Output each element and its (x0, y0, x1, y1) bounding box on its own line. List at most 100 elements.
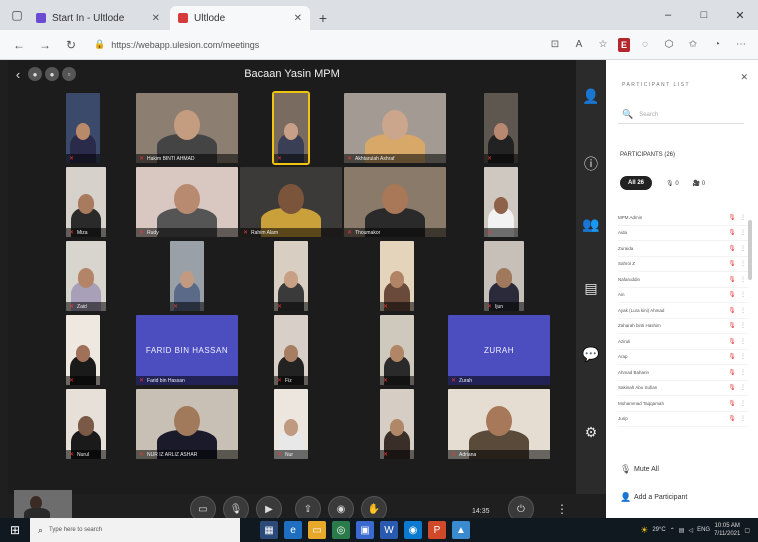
tab-close-icon[interactable]: ✕ (294, 13, 302, 24)
tray-chevron-icon[interactable]: ⌃ (670, 527, 675, 534)
row-options-icon[interactable]: ⋮ (738, 353, 748, 360)
edge-browser-icon[interactable]: e (284, 521, 302, 539)
self-view[interactable] (14, 490, 72, 520)
mic-muted-icon[interactable]: 🎙 (726, 307, 738, 314)
mic-muted-icon[interactable]: 🎙 (726, 338, 738, 345)
mic-muted-icon[interactable]: 🎙 (726, 245, 738, 252)
video-tile[interactable]: ✕ Zaid (66, 241, 106, 311)
participant-row[interactable]: Sahrol Z 🎙 ⋮ (618, 257, 748, 272)
add-participant-button[interactable]: 👤 Add a Participant (620, 492, 687, 503)
video-tile[interactable]: ✕ Miza (66, 167, 106, 237)
row-options-icon[interactable]: ⋮ (738, 384, 748, 391)
back-icon[interactable]: ← (8, 34, 30, 56)
task-view-icon[interactable]: ▦ (260, 521, 278, 539)
bookmark-star-icon[interactable]: ☆ (594, 36, 612, 54)
row-options-icon[interactable]: ⋮ (738, 369, 748, 376)
maximize-button[interactable]: □ (686, 0, 722, 30)
video-tile[interactable]: ✕ Fiz (274, 315, 308, 385)
filter-all-button[interactable]: All 26 (620, 176, 653, 190)
video-tile[interactable]: ✕ Akhtarulah Ashraf (344, 93, 446, 163)
row-options-icon[interactable]: ⋮ (738, 307, 748, 314)
tab-close-icon[interactable]: ✕ (152, 13, 160, 24)
group-icon[interactable]: 👥 (576, 216, 606, 233)
window-menu-icon[interactable]: ▢ (6, 4, 28, 26)
list-scrollbar[interactable] (748, 220, 752, 280)
windows-start-icon[interactable]: ⊞ (0, 523, 30, 537)
profile-icon[interactable]: ◔ (708, 36, 726, 54)
tray-lang[interactable]: ENG (697, 527, 710, 533)
filter-video-button[interactable]: 🎥 0 (693, 180, 705, 187)
more-options-icon[interactable]: ⋮ (556, 502, 568, 516)
new-tab-button[interactable]: + (312, 6, 334, 30)
shield-icon[interactable]: ◌ (636, 36, 654, 54)
mic-muted-icon[interactable]: 🎙 (726, 384, 738, 391)
participant-row[interactable]: Aida 🎙 ⋮ (618, 226, 748, 241)
mic-muted-icon[interactable]: 🎙 (726, 369, 738, 376)
video-tile[interactable]: ✕ Rahim Alam (240, 167, 342, 237)
weather-icon[interactable]: ☀ (640, 525, 648, 536)
chat-bubble-icon[interactable]: 💬 (576, 346, 606, 363)
mic-muted-icon[interactable]: 🎙 (726, 415, 738, 422)
reload-icon[interactable]: ↻ (60, 34, 82, 56)
participant-row[interactable]: Ayak (Lura kini) Ahmad 🎙 ⋮ (618, 303, 748, 319)
reader-icon[interactable]: ⊡ (546, 36, 564, 54)
row-options-icon[interactable]: ⋮ (738, 400, 748, 407)
notification-icon[interactable]: ▢ (744, 527, 750, 534)
participant-row[interactable]: Ahmad Baharin 🎙 ⋮ (618, 365, 748, 381)
row-options-icon[interactable]: ⋮ (738, 322, 748, 329)
participant-search[interactable]: 🔍 Search (618, 106, 744, 124)
video-tile[interactable]: FARID BIN HASSAN ✕ Farid bin Hassan (136, 315, 238, 385)
video-tile[interactable]: ✕ (272, 91, 310, 165)
row-options-icon[interactable]: ⋮ (738, 245, 748, 252)
video-tile[interactable]: ✕ (484, 93, 518, 163)
mic-muted-icon[interactable]: 🎙 (726, 400, 738, 407)
url-field[interactable]: 🔒 https://webapp.ulesion.com/meetings (86, 35, 466, 55)
video-tile[interactable]: ✕ (380, 389, 414, 459)
mic-muted-icon[interactable]: 🎙 (726, 214, 738, 221)
participants-icon[interactable]: 👤 (576, 88, 606, 105)
video-tile[interactable]: ✕ Adriana (448, 389, 550, 459)
extension-brand-icon[interactable]: E (618, 37, 630, 52)
mic-muted-icon[interactable]: 🎙 (726, 353, 738, 360)
zoom-icon[interactable]: ◉ (404, 521, 422, 539)
close-window-button[interactable]: ✕ (722, 0, 758, 30)
participant-row[interactable]: Aziruli 🎙 ⋮ (618, 334, 748, 350)
chrome-icon[interactable]: ◎ (332, 521, 350, 539)
video-tile[interactable]: ✕ Ijun (484, 241, 524, 311)
row-options-icon[interactable]: ⋮ (738, 276, 748, 283)
row-options-icon[interactable]: ⋮ (738, 415, 748, 422)
video-tile[interactable]: ✕ Thoumakor (344, 167, 446, 237)
mute-all-button[interactable]: 🎙 Mute All (620, 464, 659, 475)
participant-row[interactable]: Zaharah binti Hashim 🎙 ⋮ (618, 319, 748, 334)
video-tile[interactable]: ✕ (274, 241, 308, 311)
info-icon[interactable]: ⓘ (576, 154, 606, 174)
video-tile[interactable]: ✕ (66, 93, 100, 163)
participant-row[interactable]: Mohammad Taqqamah 🎙 ⋮ (618, 396, 748, 412)
mic-muted-icon[interactable]: 🎙 (726, 229, 738, 236)
extension-icon[interactable]: ⬡ (660, 36, 678, 54)
video-tile[interactable]: ✕ (380, 315, 414, 385)
settings-gear-icon[interactable]: ⚙ (576, 424, 606, 441)
row-options-icon[interactable]: ⋮ (738, 291, 748, 298)
app-icon[interactable]: ▲ (452, 521, 470, 539)
mic-muted-icon[interactable]: 🎙 (726, 322, 738, 329)
tab-meeting[interactable]: Ultlode ✕ (170, 6, 310, 30)
video-tile[interactable]: ✕ (66, 315, 100, 385)
row-options-icon[interactable]: ⋮ (738, 338, 748, 345)
network-icon[interactable]: ▤ (679, 527, 685, 534)
video-tile[interactable]: ✕ (380, 241, 414, 311)
filter-audio-button[interactable]: 🎙 0 (666, 180, 679, 187)
video-tile[interactable]: ✕ Hakim BINTI AHMAD (136, 93, 238, 163)
participant-row[interactable]: Sakinah Abu Sufian 🎙 ⋮ (618, 381, 748, 396)
participant-row[interactable]: Jurip 🎙 ⋮ (618, 412, 748, 427)
forward-icon[interactable]: → (34, 34, 56, 56)
taskbar-search[interactable]: ⌕ Type here to search (30, 518, 240, 542)
minimize-button[interactable]: – (650, 0, 686, 30)
favorites-icon[interactable]: ✩ (684, 36, 702, 54)
volume-icon[interactable]: ◁ (688, 527, 693, 534)
menu-dots-icon[interactable]: ⋯ (732, 36, 750, 54)
row-options-icon[interactable]: ⋮ (738, 214, 748, 221)
video-tile[interactable]: ZURAH ✕ Zurah (448, 315, 550, 385)
participant-row[interactable]: MPM Admin 🎙 ⋮ (618, 210, 748, 226)
participant-row[interactable]: Zuraida 🎙 ⋮ (618, 241, 748, 257)
